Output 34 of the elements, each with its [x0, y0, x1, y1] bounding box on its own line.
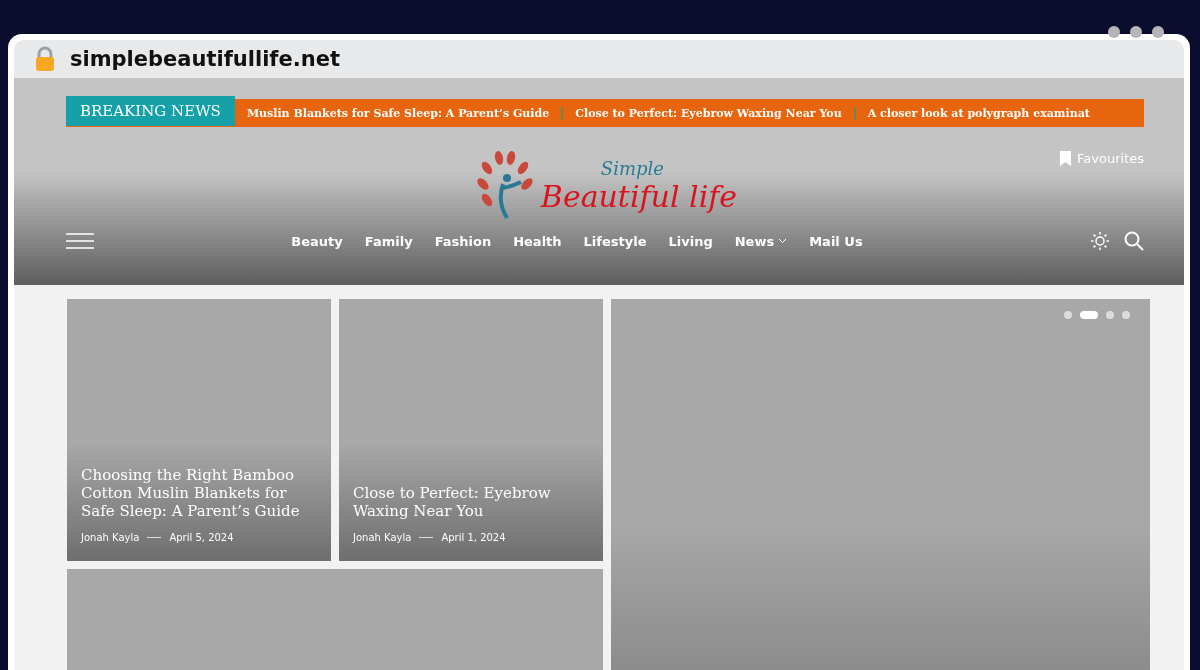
- breaking-news-label: BREAKING NEWS: [66, 96, 235, 126]
- padlock-icon: [34, 46, 56, 72]
- post-title[interactable]: Choosing the Right Bamboo Cotton Muslin Blankets for Safe Sleep: A Parent’s Guide: [81, 466, 317, 520]
- window-dot[interactable]: [1152, 26, 1164, 38]
- window-dot[interactable]: [1130, 26, 1142, 38]
- nav-link[interactable]: Health: [513, 233, 562, 249]
- slider-dot[interactable]: [1122, 311, 1130, 319]
- ticker-headline[interactable]: Close to Perfect: Eyebrow Waxing Near You: [563, 106, 856, 120]
- nav-link[interactable]: Living: [668, 233, 713, 249]
- post-date: April 5, 2024: [169, 532, 234, 543]
- window-dot[interactable]: [1108, 26, 1120, 38]
- address-url[interactable]: simplebeautifullife.net: [70, 47, 340, 71]
- post-date: April 1, 2024: [441, 532, 506, 543]
- menu-icon[interactable]: [66, 233, 94, 249]
- post-card[interactable]: Close to Perfect: Eyebrow Waxing Near You Jonah Kayla April 1, 2024: [339, 299, 603, 561]
- slider-dot[interactable]: [1106, 311, 1114, 319]
- logo-text: Beautiful life: [540, 179, 738, 214]
- post-author[interactable]: Jonah Kayla: [81, 532, 140, 543]
- slider-dot[interactable]: [1064, 311, 1072, 319]
- search-icon[interactable]: [1124, 231, 1144, 251]
- nav-link[interactable]: Family: [364, 233, 413, 249]
- bookmark-icon: [1060, 151, 1072, 166]
- post-author[interactable]: Jonah Kayla: [353, 532, 412, 543]
- logo-text: Simple: [600, 158, 665, 179]
- nav-link[interactable]: Mail Us: [809, 233, 863, 249]
- post-title[interactable]: Close to Perfect: Eyebrow Waxing Near You: [353, 484, 589, 520]
- nav-link[interactable]: News: [734, 233, 788, 249]
- post-card[interactable]: Choosing the Right Bamboo Cotton Muslin Blankets for Safe Sleep: A Parent’s Guide Jonah Kayla April 5, 2024: [67, 299, 331, 561]
- nav-link[interactable]: Fashion: [434, 233, 492, 249]
- ticker-headline[interactable]: A closer look at polygraph examinat: [855, 106, 1102, 120]
- nav-link[interactable]: Beauty: [291, 233, 343, 249]
- ticker-headline[interactable]: Muslin Blankets for Safe Sleep: A Parent’s Guide: [234, 106, 564, 120]
- sun-icon[interactable]: [1090, 231, 1110, 251]
- nav-link[interactable]: Lifestyle: [583, 233, 647, 249]
